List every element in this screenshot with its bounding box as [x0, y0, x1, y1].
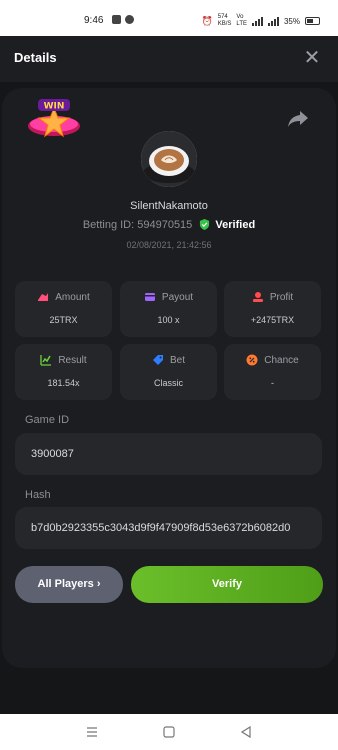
- betting-id-label: Betting ID:: [82, 219, 135, 231]
- battery-icon: [305, 17, 320, 25]
- betting-id-value: 594970515: [137, 219, 193, 231]
- stat-profit: Profit +2475TRX: [224, 281, 321, 337]
- stat-amount-value: 25TRX: [49, 315, 78, 325]
- verified-shield-icon: [200, 219, 210, 230]
- header: Details ✕: [0, 36, 338, 82]
- signal-icon: [251, 16, 263, 26]
- betting-id-row: Betting ID: 594970515 Verified: [0, 219, 338, 231]
- coffee-cup-image: [141, 131, 197, 187]
- stat-payout-label: Payout: [161, 291, 194, 303]
- hash-field[interactable]: b7d0b2923355c3043d9f9f47909f8d53e6372b60…: [15, 507, 322, 549]
- network-speed: 574 KB/S: [217, 14, 232, 27]
- system-nav-bar: [0, 714, 338, 750]
- stat-result: Result 181.54x: [15, 344, 112, 400]
- home-icon[interactable]: [161, 724, 177, 740]
- all-players-button[interactable]: All Players ›: [15, 566, 123, 603]
- win-badge-text: WIN: [44, 102, 65, 112]
- stat-amount: Amount 25TRX: [15, 281, 112, 337]
- stat-chance-value: -: [271, 378, 274, 388]
- avatar: [141, 131, 197, 187]
- wallet-icon: [144, 293, 155, 301]
- status-right: ⏰ 574 KB/S Vo LTE 35%: [202, 14, 320, 28]
- signal-2-icon: [267, 16, 279, 26]
- bet-datetime: 02/08/2021, 21:42:56: [126, 240, 212, 250]
- stat-payout-value: 100 x: [157, 315, 180, 325]
- volte-indicator: Vo LTE: [236, 14, 247, 27]
- stat-result-label: Result: [58, 354, 87, 366]
- tag-icon: [152, 355, 163, 365]
- close-icon[interactable]: ✕: [300, 46, 324, 70]
- stat-payout: Payout 100 x: [120, 281, 217, 337]
- status-bar: 9:46 ⏰ 574 KB/S Vo LTE 35%: [0, 0, 338, 36]
- stat-chance: Chance -: [224, 344, 321, 400]
- game-id-field[interactable]: 3900087: [15, 433, 322, 475]
- stat-bet-value: Classic: [153, 378, 183, 388]
- app-notification-icon: [125, 15, 134, 24]
- stat-profit-label: Profit: [269, 291, 294, 303]
- verified-label: Verified: [215, 219, 256, 231]
- battery-percent: 35%: [283, 16, 300, 26]
- page-title: Details: [14, 50, 57, 65]
- status-time: 9:46: [84, 15, 104, 26]
- percent-icon: [246, 354, 258, 366]
- verify-button[interactable]: Verify: [131, 566, 323, 603]
- back-icon[interactable]: [238, 724, 254, 740]
- recent-apps-icon[interactable]: [84, 724, 100, 740]
- notification-icon: [112, 15, 121, 24]
- username: SilentNakamoto: [130, 200, 208, 212]
- stat-chance-label: Chance: [264, 354, 299, 366]
- share-icon[interactable]: [286, 108, 310, 130]
- stat-amount-label: Amount: [55, 291, 90, 303]
- win-badge-icon: WIN: [28, 99, 80, 138]
- game-id-label: Game ID: [25, 414, 70, 426]
- hash-label: Hash: [25, 489, 51, 501]
- coins-icon: [38, 293, 49, 301]
- stat-result-value: 181.54x: [47, 378, 80, 388]
- chart-up-icon: [40, 355, 52, 366]
- stat-bet-label: Bet: [169, 354, 185, 366]
- profit-icon: [252, 292, 263, 302]
- stat-profit-value: +2475TRX: [250, 315, 295, 325]
- alarm-icon: ⏰: [201, 15, 213, 26]
- stat-bet: Bet Classic: [120, 344, 217, 400]
